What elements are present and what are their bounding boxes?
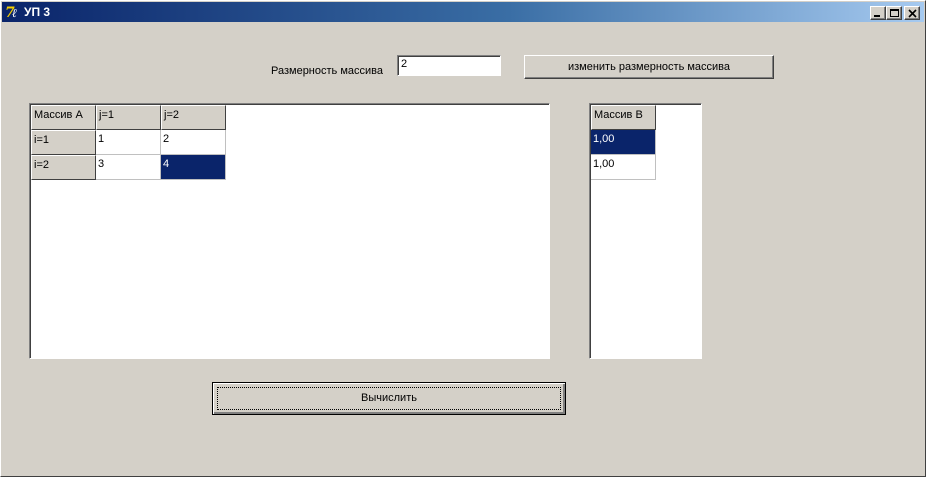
- main-window: 7 ℓ УП 3 Размерность массива 2 изменить …: [0, 0, 926, 477]
- compute-button-label: Вычислить: [361, 392, 417, 404]
- svg-text:ℓ: ℓ: [12, 6, 17, 20]
- array-a-corner-header: Массив A: [31, 105, 96, 130]
- array-size-label: Размерность массива: [271, 65, 383, 77]
- array-b-grid[interactable]: Массив B 1,00 1,00: [589, 103, 702, 359]
- array-a-col-header: j=2: [161, 105, 226, 130]
- array-a-row-header: i=1: [31, 130, 96, 155]
- minimize-icon: [874, 15, 880, 17]
- array-b-cell[interactable]: 1,00: [591, 155, 656, 180]
- array-a-cell-selected[interactable]: 4: [161, 155, 226, 180]
- array-a-cell[interactable]: 2: [161, 130, 226, 155]
- array-a-row-header: i=2: [31, 155, 96, 180]
- title-bar[interactable]: 7 ℓ УП 3: [2, 2, 924, 22]
- array-size-input[interactable]: 2: [397, 55, 501, 76]
- maximize-icon: [890, 9, 899, 17]
- change-size-button-label: изменить размерность массива: [567, 61, 731, 73]
- change-size-button[interactable]: изменить размерность массива: [524, 55, 774, 79]
- array-b-cell-selected[interactable]: 1,00: [591, 130, 656, 155]
- close-button[interactable]: [904, 6, 920, 20]
- close-icon: [908, 9, 917, 18]
- array-b-header: Массив B: [591, 105, 656, 130]
- minimize-button[interactable]: [870, 6, 886, 20]
- array-a-grid[interactable]: Массив A j=1 j=2 i=1 1 2 i=2 3 4: [29, 103, 550, 359]
- compute-button[interactable]: Вычислить: [212, 382, 566, 415]
- array-a-col-header: j=1: [96, 105, 161, 130]
- window-title: УП 3: [24, 5, 51, 19]
- array-a-cell[interactable]: 3: [96, 155, 161, 180]
- app-icon: 7 ℓ: [5, 5, 17, 21]
- array-a-cell[interactable]: 1: [96, 130, 161, 155]
- maximize-button[interactable]: [886, 6, 902, 20]
